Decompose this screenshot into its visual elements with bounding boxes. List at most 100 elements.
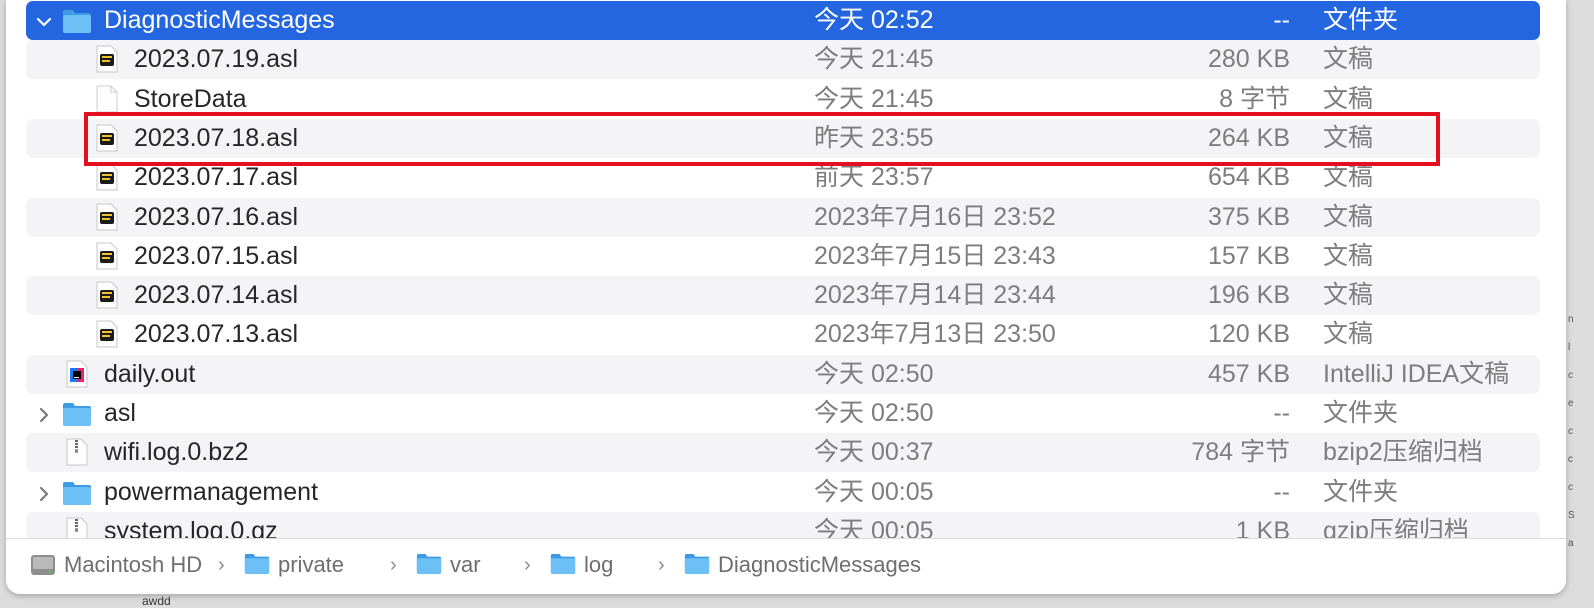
breadcrumb-label: private	[278, 552, 345, 577]
date-modified: 今天 00:05	[814, 516, 934, 540]
date-modified: 2023年7月16日 23:52	[814, 202, 1056, 231]
file-name: 2023.07.18.asl	[134, 123, 299, 152]
folder-icon	[62, 8, 92, 41]
breadcrumb-label: log	[584, 552, 614, 577]
date-modified: 今天 21:45	[814, 45, 934, 74]
file-size: 375 KB	[1207, 202, 1290, 231]
file-kind: 文件夹	[1323, 6, 1399, 34]
breadcrumb-separator: ›	[390, 554, 397, 576]
file-name: powermanagement	[104, 477, 319, 506]
folder-icon	[62, 480, 92, 513]
file-row[interactable]: wifi.log.0.bz2 今天 00:37 784 字节 bzip2压缩归档	[26, 433, 1540, 473]
background-edge-letter: n	[1568, 314, 1574, 325]
file-kind: IntelliJ IDEA文稿	[1323, 359, 1510, 388]
file-kind: 文稿	[1323, 84, 1374, 113]
breadcrumb-separator: ›	[524, 554, 531, 576]
asl-log-file-icon	[96, 320, 118, 355]
date-modified: 2023年7月13日 23:50	[814, 320, 1056, 349]
folder-icon	[684, 553, 710, 574]
background-edge-letter: a	[1568, 538, 1574, 549]
file-kind: 文稿	[1323, 163, 1374, 192]
file-size: 120 KB	[1207, 320, 1290, 349]
file-size: 196 KB	[1207, 281, 1290, 310]
file-row[interactable]: 2023.07.13.asl 2023年7月13日 23:50 120 KB 文稿	[26, 315, 1540, 354]
date-modified: 今天 21:45	[814, 84, 934, 113]
file-name: 2023.07.17.asl	[134, 163, 299, 192]
asl-log-file-icon	[96, 45, 118, 80]
breadcrumb-label: var	[450, 552, 481, 577]
file-name: DiagnosticMessages	[104, 6, 335, 34]
path-bar: Macintosh HD › private › var › log › DiagnosticM…	[6, 538, 1566, 594]
file-row[interactable]: 2023.07.15.asl 2023年7月15日 23:43 157 KB 文稿	[26, 237, 1540, 276]
file-size: --	[1273, 6, 1290, 34]
file-size: 457 KB	[1207, 359, 1290, 388]
file-row[interactable]: 2023.07.19.asl 今天 21:45 280 KB 文稿	[26, 40, 1540, 80]
archive-file-icon	[66, 438, 88, 473]
background-edge-letter: c	[1568, 454, 1573, 465]
file-kind: 文稿	[1323, 241, 1374, 270]
file-kind: 文件夹	[1323, 399, 1399, 427]
asl-log-file-icon	[96, 163, 118, 198]
file-row[interactable]: StoreData 今天 21:45 8 字节 文稿	[26, 80, 1540, 119]
file-size: 654 KB	[1207, 163, 1290, 192]
breadcrumb-label: DiagnosticMessages	[718, 552, 921, 577]
breadcrumb-separator: ›	[218, 554, 225, 576]
background-edge-letter: e	[1568, 398, 1574, 409]
date-modified: 前天 23:57	[814, 163, 934, 192]
file-row[interactable]: 2023.07.18.asl 昨天 23:55 264 KB 文稿	[26, 118, 1540, 159]
asl-log-file-icon	[96, 203, 118, 238]
file-row[interactable]: 2023.07.16.asl 2023年7月16日 23:52 375 KB 文稿	[26, 197, 1540, 238]
file-kind: 文稿	[1323, 202, 1374, 231]
file-name: 2023.07.15.asl	[134, 241, 299, 270]
file-size: 157 KB	[1207, 241, 1290, 270]
background-text: awdd	[142, 594, 171, 608]
file-size: 784 字节	[1191, 438, 1290, 467]
date-modified: 今天 00:05	[814, 477, 934, 506]
file-size: 8 字节	[1219, 84, 1290, 113]
file-row[interactable]: 2023.07.14.asl 2023年7月14日 23:44 196 KB 文稿	[26, 276, 1540, 316]
date-modified: 2023年7月15日 23:43	[814, 241, 1056, 270]
file-name: StoreData	[134, 84, 247, 113]
file-name: 2023.07.14.asl	[134, 281, 299, 310]
file-name: system.log.0.gz	[104, 516, 278, 540]
date-modified: 今天 00:37	[814, 438, 934, 467]
file-kind: 文稿	[1323, 320, 1374, 349]
file-size: 264 KB	[1207, 123, 1290, 152]
background-window-edge: n l c e c c c Sa	[1566, 300, 1594, 570]
file-row[interactable]: system.log.0.gz 今天 00:05 1 KB gzip压缩归档	[26, 511, 1540, 540]
file-name: 2023.07.19.asl	[134, 45, 299, 74]
chevron-right-icon[interactable]	[35, 403, 53, 423]
asl-log-file-icon	[96, 124, 118, 159]
file-size: --	[1273, 477, 1290, 506]
intellij-document-icon	[66, 360, 88, 395]
file-kind: 文件夹	[1323, 477, 1399, 506]
file-row[interactable]: 2023.07.17.asl 前天 23:57 654 KB 文稿	[26, 158, 1540, 197]
file-row[interactable]: daily.out 今天 02:50 457 KB IntelliJ IDEA文稿	[26, 354, 1540, 395]
file-name: wifi.log.0.bz2	[104, 438, 249, 467]
background-edge-letter: c	[1568, 426, 1573, 437]
date-modified: 今天 02:50	[814, 399, 934, 427]
date-modified: 今天 02:52	[814, 6, 934, 34]
background-edge-letter: S	[1568, 510, 1575, 521]
file-row[interactable]: asl 今天 02:50 -- 文件夹	[26, 394, 1540, 433]
file-kind: 文稿	[1323, 281, 1374, 310]
file-name: 2023.07.13.asl	[134, 320, 299, 349]
finder-window: DiagnosticMessages 今天 02:52 -- 文件夹 2023.07.1…	[6, 0, 1566, 594]
chevron-right-icon[interactable]	[35, 482, 53, 502]
file-size: --	[1273, 399, 1290, 427]
file-kind: 文稿	[1323, 123, 1374, 152]
background-edge-letter: c	[1568, 370, 1573, 381]
file-row[interactable]: DiagnosticMessages 今天 02:52 -- 文件夹	[26, 1, 1540, 40]
file-kind: 文稿	[1323, 45, 1374, 74]
asl-log-file-icon	[96, 281, 118, 316]
folder-icon	[62, 401, 92, 434]
hard-drive-icon	[31, 555, 55, 575]
breadcrumb-separator: ›	[658, 554, 665, 576]
chevron-down-icon[interactable]	[35, 10, 53, 30]
blank-document-icon	[96, 85, 118, 120]
asl-log-file-icon	[96, 242, 118, 277]
file-row[interactable]: powermanagement 今天 00:05 -- 文件夹	[26, 473, 1540, 512]
file-kind: bzip2压缩归档	[1323, 438, 1483, 467]
background-edge-letter: l	[1568, 342, 1571, 353]
breadcrumb-label: Macintosh HD	[64, 552, 203, 577]
